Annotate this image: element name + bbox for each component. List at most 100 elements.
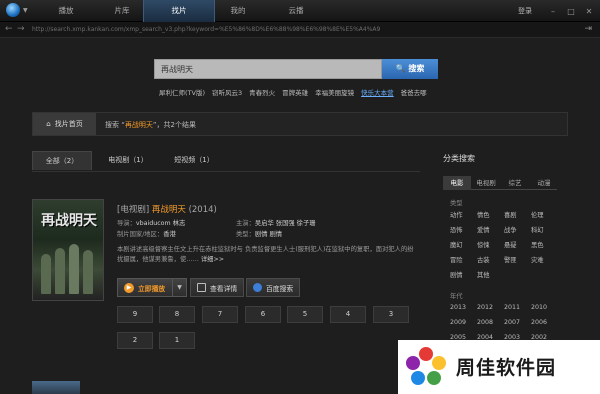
description-text: 本剧讲述高级督察主任文上升在赤柱监狱时与 负责监督更生人士(服刑犯人)在监狱中的… (117, 246, 414, 263)
year-filter[interactable]: 2010 (531, 304, 547, 311)
genre-label: 类型： (236, 231, 255, 238)
minimize-icon[interactable]: – (546, 7, 560, 16)
episode-button[interactable]: 1 (159, 332, 195, 349)
hot-keywords: 犀利仁师(TV版) 窃听风云3 青春烈火 冒牌英雄 幸福美丽旋镜 快乐大本营 爸… (159, 87, 427, 97)
home-button[interactable]: ⌂ 找片首页 (33, 113, 96, 135)
year-filter[interactable]: 2013 (450, 304, 466, 311)
tab-short-video[interactable]: 短视频（1） (164, 151, 224, 170)
episode-button[interactable]: 8 (159, 306, 195, 323)
poster-figure (83, 250, 93, 294)
hot-keyword[interactable]: 青春烈火 (249, 87, 275, 97)
poster-figure (55, 248, 65, 294)
poster-image[interactable]: 再战明天 (32, 199, 104, 301)
type-filter[interactable]: 悬疑 (504, 240, 517, 249)
type-filter[interactable]: 喜剧 (504, 210, 517, 219)
result-name-link[interactable]: 再战明天 (152, 205, 186, 215)
type-filter[interactable]: 战争 (504, 225, 517, 234)
episode-button[interactable]: 2 (117, 332, 153, 349)
app-logo-icon[interactable] (6, 3, 20, 17)
address-bar: ← → http://search.xmp.kankan.com/xmp_sea… (0, 22, 600, 38)
hot-keyword-highlighted[interactable]: 快乐大本营 (361, 87, 394, 97)
next-result-thumbnail[interactable] (32, 381, 80, 394)
maximize-icon[interactable]: □ (564, 7, 578, 16)
type-filter[interactable]: 魔幻 (450, 240, 463, 249)
director-info: 导演：vbaiducom 林志 (117, 218, 185, 227)
year-filter[interactable]: 2006 (531, 319, 547, 326)
go-arrow-icon[interactable]: ⇥ (584, 24, 592, 34)
hot-keyword[interactable]: 犀利仁师(TV版) (159, 87, 205, 97)
type-filter[interactable]: 警匪 (504, 255, 517, 264)
hot-keyword[interactable]: 冒牌英雄 (282, 87, 308, 97)
type-filter[interactable]: 科幻 (531, 225, 544, 234)
search-input[interactable]: 再战明天 (154, 59, 382, 79)
tab-tv[interactable]: 电视剧 (472, 176, 500, 190)
tab-anime[interactable]: 动漫 (530, 176, 558, 190)
hot-keyword[interactable]: 幸福美丽旋镜 (315, 87, 354, 97)
cast-info: 主演：吴启华 张国强 徐子珊 (236, 218, 316, 227)
type-filter[interactable]: 情色 (477, 210, 490, 219)
login-link[interactable]: 登录 (518, 6, 532, 16)
tab-tv-series[interactable]: 电视剧（1） (98, 151, 158, 170)
poster-title: 再战明天 (41, 213, 97, 229)
year-filter[interactable]: 2007 (504, 319, 520, 326)
type-filter[interactable]: 灾难 (531, 255, 544, 264)
summary-suffix: 个结果 (174, 121, 196, 129)
more-link[interactable]: 详细>> (201, 256, 224, 263)
play-now-button[interactable]: ▶ 立即播放 ▼ (117, 278, 187, 297)
episode-button[interactable]: 6 (245, 306, 281, 323)
tab-cloud-play[interactable]: 云播 (260, 0, 332, 22)
type-filter[interactable]: 恐怖 (450, 225, 463, 234)
cast-label: 主演： (236, 220, 255, 227)
episode-button[interactable]: 9 (117, 306, 153, 323)
year-filter[interactable]: 2008 (477, 319, 493, 326)
year-filter[interactable]: 2012 (477, 304, 493, 311)
watermark-logo-icon (406, 347, 446, 385)
back-arrow-icon[interactable]: ← (5, 24, 13, 34)
tab-variety[interactable]: 综艺 (501, 176, 529, 190)
tab-all[interactable]: 全部（2） (32, 151, 92, 170)
year-filter[interactable]: 2011 (504, 304, 520, 311)
episode-button[interactable]: 7 (202, 306, 238, 323)
result-title: [电视剧] 再战明天 (2014) (117, 203, 217, 215)
type-filter[interactable]: 其他 (477, 270, 490, 279)
search-summary: 搜索 “再战明天”，共2个结果 (105, 120, 196, 130)
type-filter[interactable]: 爱情 (477, 225, 490, 234)
breadcrumb: ⌂ 找片首页 搜索 “再战明天”，共2个结果 (32, 112, 568, 136)
episode-button[interactable]: 3 (373, 306, 409, 323)
hot-keyword[interactable]: 爸爸去哪 (401, 87, 427, 97)
type-filter[interactable]: 黑色 (531, 240, 544, 249)
url-field[interactable]: http://search.xmp.kankan.com/xmp_search_… (32, 26, 380, 33)
type-filter[interactable]: 动作 (450, 210, 463, 219)
close-icon[interactable]: ✕ (582, 7, 596, 16)
hot-keyword[interactable]: 窃听风云3 (212, 87, 242, 97)
director-label: 导演： (117, 220, 136, 227)
search-button-label: 搜索 (408, 64, 425, 73)
type-filter[interactable]: 惊悚 (477, 240, 490, 249)
episode-button[interactable]: 4 (330, 306, 366, 323)
tab-movie[interactable]: 电影 (443, 176, 471, 190)
result-description: 本剧讲述高级督察主任文上升在赤柱监狱时与 负责监督更生人士(服刑犯人)在监狱中的… (117, 245, 417, 265)
type-filter[interactable]: 古装 (477, 255, 490, 264)
play-dropdown-icon[interactable]: ▼ (172, 279, 186, 296)
type-filter[interactable]: 冒险 (450, 255, 463, 264)
episode-button[interactable]: 5 (287, 306, 323, 323)
divider (32, 171, 420, 172)
type-filter[interactable]: 剧情 (450, 270, 463, 279)
play-label: 立即播放 (138, 284, 166, 293)
type-filter[interactable]: 伦理 (531, 210, 544, 219)
year-filter[interactable]: 2009 (450, 319, 466, 326)
cast-value[interactable]: 吴启华 张国强 徐子珊 (255, 220, 316, 227)
forward-arrow-icon[interactable]: → (17, 24, 25, 34)
baidu-label: 百度搜索 (266, 284, 294, 293)
baidu-search-button[interactable]: 百度搜索 (246, 278, 301, 297)
menu-caret-icon[interactable]: ▼ (23, 7, 28, 14)
view-details-button[interactable]: 查看详情 (190, 278, 245, 297)
top-navigation-bar: ▼ 播放 片库 找片 我的 云播 登录 – □ ✕ (0, 0, 600, 22)
director-value[interactable]: vbaiducom 林志 (136, 220, 185, 227)
result-year: (2014) (188, 205, 217, 215)
details-label: 查看详情 (210, 284, 238, 293)
search-button[interactable]: 🔍 搜索 (382, 59, 438, 79)
region-value: 香港 (163, 231, 176, 238)
category-search-title: 分类搜索 (443, 154, 475, 163)
poster-figure (69, 244, 79, 294)
